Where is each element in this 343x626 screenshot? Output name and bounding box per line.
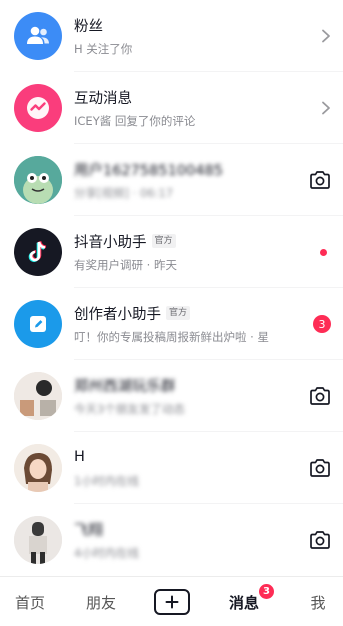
item-title: 抖音小助手 bbox=[74, 234, 147, 251]
item-subtitle: H 关注了你 bbox=[74, 42, 133, 56]
group-photo-avatar bbox=[14, 372, 62, 420]
nav-messages-label: 消息 bbox=[228, 593, 259, 612]
people-icon bbox=[14, 12, 62, 60]
unread-count: 3 bbox=[313, 315, 331, 333]
wave-icon bbox=[14, 84, 62, 132]
camera-icon[interactable] bbox=[309, 504, 331, 576]
list-item-contact[interactable]: 飞翔 4小时内在线 bbox=[0, 504, 343, 576]
list-item-interactions[interactable]: 互动消息 ICEY酱 回复了你的评论 bbox=[0, 72, 343, 144]
nav-messages[interactable]: 消息 3 bbox=[222, 577, 274, 626]
nav-me[interactable]: 我 bbox=[300, 577, 336, 626]
nav-messages-badge: 3 bbox=[259, 584, 274, 599]
item-subtitle: 今天3个朋友发了动态 bbox=[74, 402, 185, 416]
item-subtitle: 叮！你的专属投稿周报新鲜出炉啦 · 星 bbox=[74, 330, 269, 344]
item-title: H bbox=[74, 449, 85, 465]
camera-icon[interactable] bbox=[309, 432, 331, 504]
unread-dot bbox=[320, 216, 331, 288]
item-title: 飞翔 bbox=[74, 522, 103, 539]
list-item-group-chat[interactable]: 郑州西湖玩乐群 今天3个朋友发了动态 bbox=[0, 360, 343, 432]
nav-home[interactable]: 首页 bbox=[10, 577, 50, 626]
girl-photo-avatar bbox=[14, 444, 62, 492]
item-title: 用户1627585100485 bbox=[74, 162, 223, 179]
chevron-right-icon[interactable] bbox=[321, 0, 331, 72]
item-subtitle: 有奖用户调研 · 昨天 bbox=[74, 258, 177, 272]
person-photo-avatar bbox=[14, 516, 62, 564]
item-title: 粉丝 bbox=[74, 18, 103, 35]
official-badge: 官方 bbox=[166, 306, 191, 320]
camera-icon[interactable] bbox=[309, 360, 331, 432]
unread-count-badge: 3 bbox=[313, 288, 331, 360]
item-title: 创作者小助手 bbox=[74, 306, 161, 323]
list-item-douyin-assistant[interactable]: 抖音小助手 官方 有奖用户调研 · 昨天 bbox=[0, 216, 343, 288]
list-item-fans[interactable]: 粉丝 H 关注了你 bbox=[0, 0, 343, 72]
camera-icon[interactable] bbox=[309, 144, 331, 216]
item-subtitle: 4小时内在线 bbox=[74, 546, 139, 560]
nav-create[interactable] bbox=[150, 577, 194, 626]
nav-friends[interactable]: 朋友 bbox=[76, 577, 126, 626]
message-list: 粉丝 H 关注了你 互动消息 ICEY酱 回复了你的评论 用户162758510… bbox=[0, 0, 343, 576]
list-item-contact-h[interactable]: H 1小时内在线 bbox=[0, 432, 343, 504]
item-subtitle: 分享[视频] · 06:17 bbox=[74, 186, 174, 200]
tiktok-note-icon bbox=[14, 228, 62, 276]
item-title: 郑州西湖玩乐群 bbox=[74, 378, 176, 395]
plus-icon bbox=[154, 589, 190, 615]
item-subtitle: ICEY酱 回复了你的评论 bbox=[74, 114, 196, 128]
list-item-conversation[interactable]: 用户1627585100485 分享[视频] · 06:17 bbox=[0, 144, 343, 216]
item-subtitle: 1小时内在线 bbox=[74, 474, 139, 488]
chevron-right-icon[interactable] bbox=[321, 72, 331, 144]
item-title: 互动消息 bbox=[74, 90, 132, 107]
edit-pencil-icon bbox=[14, 300, 62, 348]
bottom-nav: 首页 朋友 消息 3 我 bbox=[0, 576, 343, 626]
cartoon-frog-avatar bbox=[14, 156, 62, 204]
official-badge: 官方 bbox=[151, 234, 176, 248]
list-item-creator-assistant[interactable]: 创作者小助手 官方 叮！你的专属投稿周报新鲜出炉啦 · 星 3 bbox=[0, 288, 343, 360]
